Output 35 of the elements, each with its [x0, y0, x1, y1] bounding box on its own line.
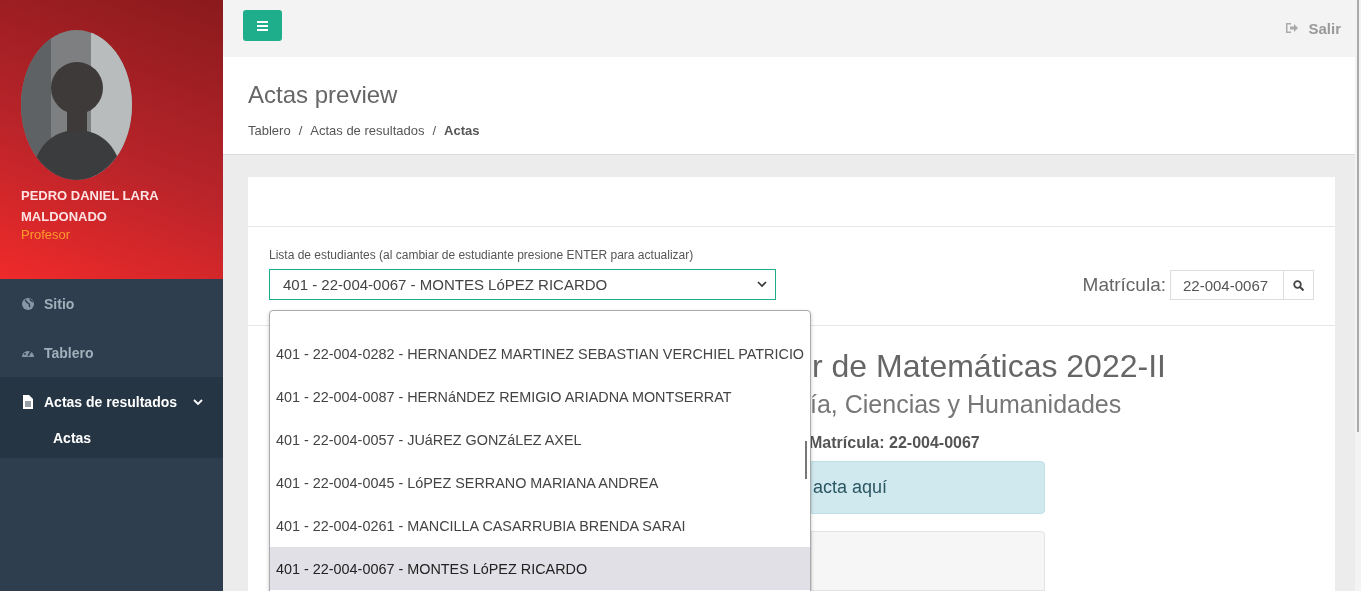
- globe-icon: [21, 296, 35, 311]
- breadcrumb-current: Actas: [444, 122, 480, 138]
- page-title: Actas preview: [248, 80, 399, 109]
- breadcrumb-link[interactable]: Actas de resultados: [310, 122, 425, 138]
- dropdown-option[interactable]: 401 - 22-004-0087 - HERNáNDEZ REMIGIO ARIADNA MONTSERRAT: [270, 375, 810, 418]
- menu-button[interactable]: [243, 10, 282, 41]
- report-title: r de Matemáticas 2022-II: [812, 347, 1167, 386]
- search-button[interactable]: [1284, 270, 1314, 300]
- matricula-field[interactable]: 22-004-0067: [1170, 270, 1284, 300]
- dropdown-option[interactable]: 401 - 22-004-0045 - LóPEZ SERRANO MARIANA ANDREA: [270, 461, 810, 504]
- menu-icon: [257, 20, 268, 31]
- student-info: Matrícula: 22-004-0067: [809, 434, 981, 452]
- breadcrumb-link[interactable]: Tablero: [248, 122, 291, 138]
- sidebar-item[interactable]: Sitio: [0, 279, 223, 328]
- dropdown-option[interactable]: 401 - 22-004-0067 - MONTES LóPEZ RICARDO: [270, 547, 810, 590]
- sign-out-icon: [1286, 22, 1299, 35]
- dropdown-option[interactable]: 401 - 22-004-0261 - MANCILLA CASARRUBIA BRENDA SARAI: [270, 504, 810, 547]
- info-alert: acta aquí: [811, 461, 1045, 514]
- matricula-label: Matrícula:: [1082, 274, 1166, 296]
- breadcrumb-separator: /: [298, 122, 303, 138]
- scrollbar-thumb[interactable]: [1357, 0, 1359, 432]
- search-icon: [1293, 279, 1304, 291]
- dropdown-option[interactable]: 401 - 22-004-0282 - HERNANDEZ MARTINEZ SEBASTIAN VERCHIEL PATRICIO: [270, 332, 810, 375]
- sidebar-item[interactable]: Tablero: [0, 328, 223, 377]
- file-icon: [21, 394, 35, 409]
- field-label: Lista de estudiantes (al cambiar de estudiante presione ENTER para actualizar): [269, 248, 695, 262]
- dropdown-option[interactable]: 401 - 22-004-0057 - JUáREZ GONZáLEZ AXEL: [270, 418, 810, 461]
- breadcrumb-separator: /: [432, 122, 437, 138]
- student-select[interactable]: 401 - 22-004-0067 - MONTES LóPEZ RICARDO: [269, 269, 776, 300]
- select-value: 401 - 22-004-0067 - MONTES LóPEZ RICARDO: [283, 276, 608, 293]
- user-role: Profesor: [21, 227, 72, 242]
- report-subtitle: ía, Ciencias y Humanidades: [810, 390, 1123, 419]
- user-name: PEDRO DANIEL LARA MALDONADO: [21, 187, 160, 226]
- scrollbar-thumb[interactable]: [805, 441, 807, 479]
- submenu-item[interactable]: Actas: [0, 426, 223, 446]
